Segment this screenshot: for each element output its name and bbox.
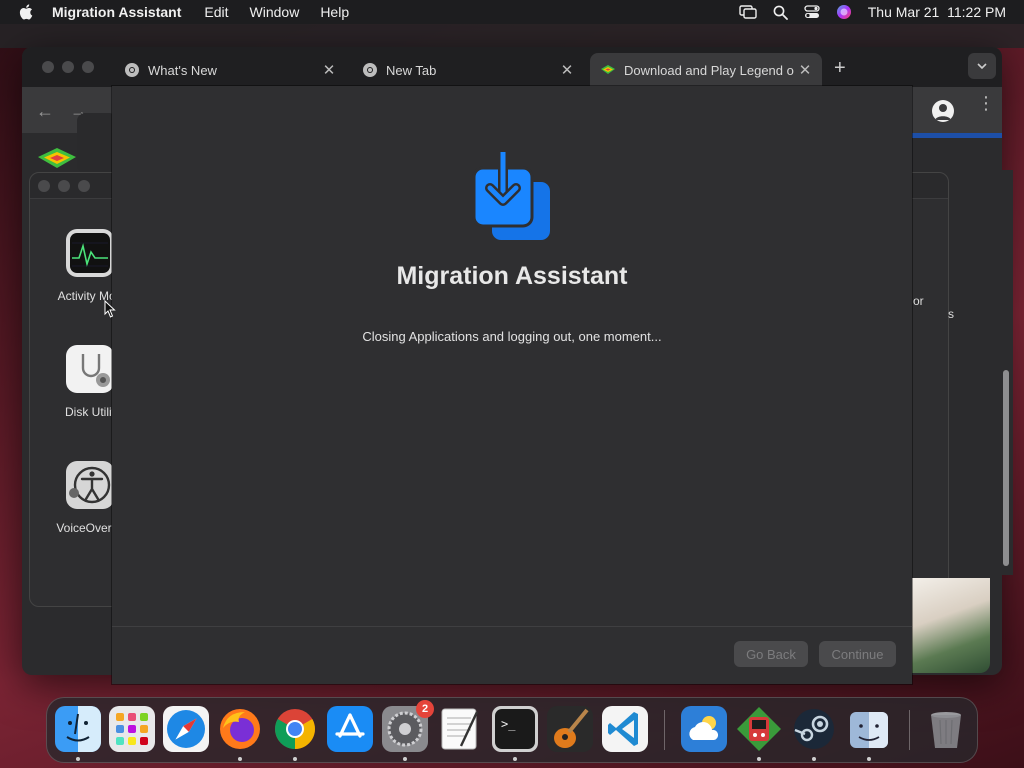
migration-title: Migration Assistant [396, 262, 628, 290]
svg-text:>_: >_ [501, 717, 516, 731]
menu-help[interactable]: Help [320, 4, 349, 20]
menu-clock[interactable]: Thu Mar 21 11:22 PM [868, 4, 1006, 20]
running-indicator [867, 757, 871, 761]
continue-button[interactable]: Continue [819, 641, 896, 667]
control-center-icon[interactable] [804, 5, 820, 19]
footer-divider [112, 626, 912, 627]
running-indicator [403, 757, 407, 761]
page-banner-fragment [912, 133, 1002, 138]
menu-edit[interactable]: Edit [204, 4, 228, 20]
go-back-button[interactable]: Go Back [734, 641, 808, 667]
dock-separator [664, 710, 665, 750]
running-indicator [293, 757, 297, 761]
dock-firefox[interactable] [217, 706, 263, 752]
tab-new-tab[interactable]: New Tab ✕ [352, 53, 584, 87]
weather-icon [681, 706, 727, 752]
menu-window[interactable]: Window [250, 4, 300, 20]
running-indicator [513, 757, 517, 761]
menu-app-name[interactable]: Migration Assistant [52, 4, 181, 20]
dock: 2 >_ [46, 697, 978, 763]
tab-search-chevron-icon[interactable] [968, 53, 996, 79]
hidden-app-label-fragment: or [913, 294, 924, 308]
screen-mirroring-icon[interactable] [739, 5, 757, 19]
utilities-traffic-lights[interactable] [38, 180, 90, 192]
spotlight-search-icon[interactable] [773, 5, 788, 20]
textedit-icon [441, 708, 479, 750]
dock-finder[interactable] [55, 706, 101, 752]
bluestacks-logo-icon [38, 148, 76, 168]
apple-menu-icon[interactable] [18, 3, 36, 21]
safari-icon [163, 706, 209, 752]
finder-icon [55, 706, 101, 752]
profile-avatar-icon[interactable] [932, 100, 954, 122]
vscode-icon [602, 706, 648, 752]
dock-launchpad[interactable] [109, 706, 155, 752]
running-indicator [76, 757, 80, 761]
migration-assistant-window: Migration Assistant Closing Applications… [112, 86, 912, 684]
dock-trash[interactable] [923, 706, 969, 752]
firefox-icon [220, 709, 260, 749]
background-window-strip [0, 24, 1024, 48]
migration-download-icon [472, 152, 550, 240]
tab-label: What's New [148, 62, 217, 78]
hidden-app-label-fragment: s [948, 307, 954, 321]
mouse-pointer-icon [104, 300, 116, 318]
close-tab-icon[interactable]: ✕ [558, 61, 576, 79]
dock-terminal[interactable]: >_ [492, 706, 538, 752]
migration-assistant-icon [850, 712, 888, 748]
app-store-icon [327, 706, 373, 752]
chrome-icon [275, 709, 315, 749]
dock-app-store[interactable] [327, 706, 373, 752]
tab-label: New Tab [386, 62, 437, 78]
browser-tab-bar: What's New ✕ New Tab ✕ Download and Play… [22, 47, 1002, 87]
dock-weather[interactable] [681, 706, 727, 752]
dock-system-settings[interactable]: 2 [382, 700, 434, 752]
dock-chrome[interactable] [272, 706, 318, 752]
siri-icon[interactable] [836, 4, 852, 20]
notification-badge: 2 [416, 700, 434, 718]
chrome-icon [363, 63, 377, 77]
tab-whats-new[interactable]: What's New ✕ [114, 53, 346, 87]
dock-game[interactable] [736, 706, 782, 752]
close-tab-icon[interactable]: ✕ [320, 61, 338, 79]
running-indicator [812, 757, 816, 761]
back-arrow-icon[interactable]: ← [36, 101, 54, 122]
tab-label: Download and Play Legend o [624, 62, 794, 78]
dock-textedit[interactable] [437, 706, 483, 752]
background-window [77, 113, 117, 173]
dock-separator [909, 710, 910, 750]
browser-traffic-lights[interactable] [42, 61, 94, 73]
disk-utility-icon [66, 345, 114, 393]
page-scrollbar[interactable] [999, 170, 1013, 575]
tab-download-play[interactable]: Download and Play Legend o ✕ [590, 53, 822, 87]
new-tab-plus-icon[interactable]: + [834, 57, 846, 80]
dock-safari[interactable] [163, 706, 209, 752]
dock-garageband[interactable] [547, 706, 593, 752]
dock-migration-assistant[interactable] [846, 706, 892, 752]
dock-steam[interactable] [791, 706, 837, 752]
close-tab-icon[interactable]: ✕ [796, 61, 814, 79]
garageband-icon [547, 706, 593, 752]
launchpad-icon [109, 706, 155, 752]
bluestacks-icon [601, 65, 615, 74]
menu-bar: Migration Assistant Edit Window Help Thu… [0, 0, 1024, 24]
migration-status-message: Closing Applications and logging out, on… [362, 329, 662, 344]
running-indicator [238, 757, 242, 761]
chrome-icon [125, 63, 139, 77]
activity-monitor-icon [66, 229, 114, 277]
scrollbar-thumb[interactable] [1003, 370, 1009, 566]
page-artwork-fragment [912, 578, 990, 673]
dock-vscode[interactable] [602, 706, 648, 752]
terminal-icon: >_ [492, 706, 538, 752]
running-indicator [757, 757, 761, 761]
voiceover-utility-icon [66, 461, 114, 509]
trash-icon [931, 712, 961, 748]
more-menu-icon[interactable]: ⋮ [977, 94, 995, 112]
game-icon [737, 707, 781, 751]
steam-icon [794, 709, 834, 749]
